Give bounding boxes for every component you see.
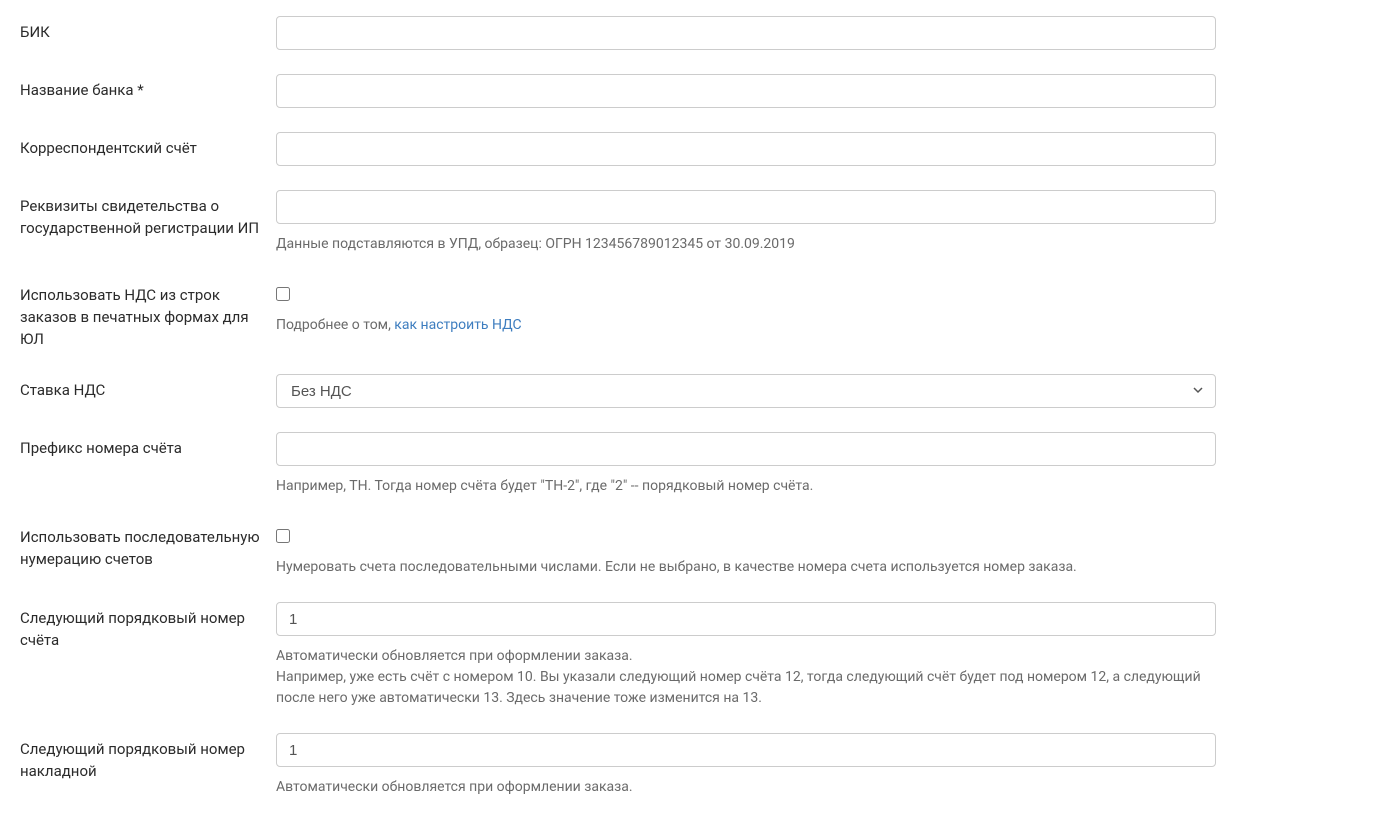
row-ip-cert: Реквизиты свидетельства о государственно… <box>20 190 1356 255</box>
label-vat-rate: Ставка НДС <box>20 374 276 402</box>
control-use-vat-lines: Подробнее о том, как настроить НДС <box>276 279 1216 336</box>
checkbox-use-vat-lines[interactable] <box>276 287 290 301</box>
control-invoice-prefix: Например, ТН. Тогда номер счёта будет "Т… <box>276 432 1216 497</box>
row-corr-account: Корреспондентский счёт <box>20 132 1356 166</box>
label-next-invoice-num: Следующий порядковый номер счёта <box>20 602 276 652</box>
row-vat-rate: Ставка НДС Без НДС <box>20 374 1356 408</box>
input-ip-cert[interactable] <box>276 190 1216 224</box>
help-use-vat-lines-prefix: Подробнее о том, <box>276 317 394 333</box>
control-vat-rate: Без НДС <box>276 374 1216 408</box>
checkbox-sequential-invoice[interactable] <box>276 529 290 543</box>
row-sequential-invoice: Использовать последовательную нумерацию … <box>20 521 1356 578</box>
select-wrap-vat-rate: Без НДС <box>276 374 1216 408</box>
link-vat-setup[interactable]: как настроить НДС <box>394 317 521 333</box>
row-use-vat-lines: Использовать НДС из строк заказов в печа… <box>20 279 1356 350</box>
input-next-invoice-num[interactable] <box>276 602 1216 636</box>
help-sequential-invoice: Нумеровать счета последовательными числа… <box>276 557 1216 578</box>
input-invoice-prefix[interactable] <box>276 432 1216 466</box>
help-next-waybill-num: Автоматически обновляется при оформлении… <box>276 777 1216 798</box>
help-use-vat-lines: Подробнее о том, как настроить НДС <box>276 315 1216 336</box>
control-bank-name <box>276 74 1216 108</box>
control-corr-account <box>276 132 1216 166</box>
input-corr-account[interactable] <box>276 132 1216 166</box>
row-next-invoice-num: Следующий порядковый номер счёта Автомат… <box>20 602 1356 709</box>
label-ip-cert: Реквизиты свидетельства о государственно… <box>20 190 276 240</box>
label-use-vat-lines: Использовать НДС из строк заказов в печа… <box>20 279 276 350</box>
help-next-invoice-num: Автоматически обновляется при оформлении… <box>276 646 1216 709</box>
label-sequential-invoice: Использовать последовательную нумерацию … <box>20 521 276 571</box>
label-bik: БИК <box>20 16 276 44</box>
label-next-waybill-num: Следующий порядковый номер накладной <box>20 733 276 783</box>
label-corr-account: Корреспондентский счёт <box>20 132 276 160</box>
control-next-waybill-num: Автоматически обновляется при оформлении… <box>276 733 1216 798</box>
input-next-waybill-num[interactable] <box>276 733 1216 767</box>
label-bank-name: Название банка * <box>20 74 276 102</box>
control-next-invoice-num: Автоматически обновляется при оформлении… <box>276 602 1216 709</box>
help-ip-cert: Данные подставляются в УПД, образец: ОГР… <box>276 234 1216 255</box>
control-ip-cert: Данные подставляются в УПД, образец: ОГР… <box>276 190 1216 255</box>
help-next-invoice-num-1: Автоматически обновляется при оформлении… <box>276 646 1216 667</box>
input-bik[interactable] <box>276 16 1216 50</box>
input-bank-name[interactable] <box>276 74 1216 108</box>
control-sequential-invoice: Нумеровать счета последовательными числа… <box>276 521 1216 578</box>
row-next-waybill-num: Следующий порядковый номер накладной Авт… <box>20 733 1356 798</box>
control-bik <box>276 16 1216 50</box>
help-next-invoice-num-2: Например, уже есть счёт с номером 10. Вы… <box>276 667 1216 709</box>
row-bank-name: Название банка * <box>20 74 1356 108</box>
help-invoice-prefix: Например, ТН. Тогда номер счёта будет "Т… <box>276 476 1216 497</box>
select-vat-rate[interactable]: Без НДС <box>276 374 1216 408</box>
label-invoice-prefix: Префикс номера счёта <box>20 432 276 460</box>
row-bik: БИК <box>20 16 1356 50</box>
row-invoice-prefix: Префикс номера счёта Например, ТН. Тогда… <box>20 432 1356 497</box>
